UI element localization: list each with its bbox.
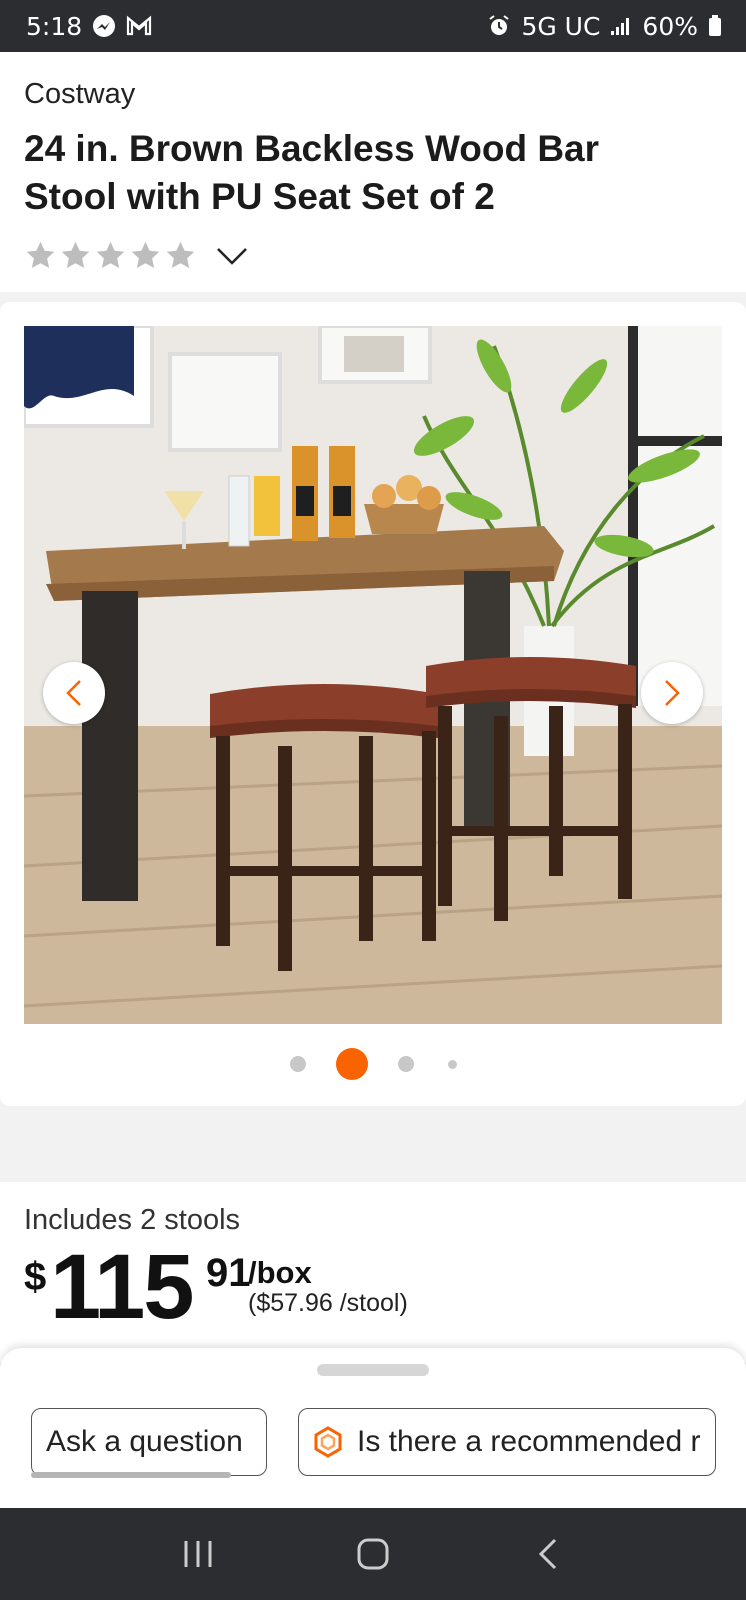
system-navigation-bar [0,1508,746,1600]
home-button[interactable] [343,1529,403,1579]
price-unit: /box [248,1255,312,1290]
status-right: 5G UC 60% [487,12,722,41]
suggested-question-chip[interactable]: Is there a recommended r [298,1408,716,1476]
horizontal-scrollbar[interactable] [31,1472,231,1478]
star-icon [166,241,195,269]
includes-text: Includes 2 stools [24,1204,241,1236]
ask-question-label: Ask a question [46,1425,243,1458]
recent-apps-icon [184,1541,212,1567]
carousel-dots [0,1048,746,1080]
network-label: 5G UC [521,11,601,41]
previous-image-button[interactable] [43,662,105,724]
brand-name[interactable]: Costway [24,78,722,111]
bottom-sheet: Ask a question Is there a recommended r [0,1348,746,1508]
assistant-icon [314,1426,342,1458]
ask-question-button[interactable]: Ask a question [31,1408,267,1476]
messenger-icon [92,14,116,38]
product-title: 24 in. Brown Backless Wood Bar Stool wit… [24,128,600,217]
carousel-dot[interactable] [447,1059,457,1069]
price-dollars: 115 [50,1236,194,1338]
star-icon [131,241,160,269]
carousel-dot[interactable] [397,1056,414,1072]
status-left: 5:18 [26,12,152,41]
star-icon [96,241,125,269]
next-image-button[interactable] [641,662,703,724]
drag-handle[interactable] [317,1364,429,1376]
unit-price: ($57.96 /stool) [248,1289,408,1317]
recent-apps-button[interactable] [168,1529,228,1579]
price-section: Includes 2 stools $ 115 91 /box ($57.96 … [0,1182,746,1362]
rating-row[interactable] [24,239,722,272]
carousel-dot-active[interactable] [335,1048,368,1080]
battery-label: 60% [642,11,698,41]
back-icon [539,1538,557,1570]
home-icon [357,1538,389,1570]
chevron-down-icon[interactable] [215,244,249,268]
currency-symbol: $ [24,1255,47,1299]
product-header: Costway 24 in. Brown Backless Wood Bar S… [0,52,746,292]
signal-icon [610,16,632,36]
status-bar: 5:18 5G UC 60% [0,0,746,52]
star-icon [61,241,90,269]
price-cents: 91 [206,1251,251,1295]
chevron-left-icon [66,680,81,706]
image-gallery [0,302,746,1106]
back-button[interactable] [518,1529,578,1579]
product-image[interactable] [24,326,722,1024]
gmail-icon [126,15,152,37]
alarm-icon [487,14,511,38]
carousel-dot[interactable] [289,1056,306,1072]
star-icon [26,241,55,269]
chevron-right-icon [665,680,680,706]
clock: 5:18 [26,11,83,41]
suggested-question-label: Is there a recommended r [357,1425,701,1458]
price: $ 115 91 /box ($57.96 /stool) [24,1241,722,1335]
battery-icon [708,15,722,37]
